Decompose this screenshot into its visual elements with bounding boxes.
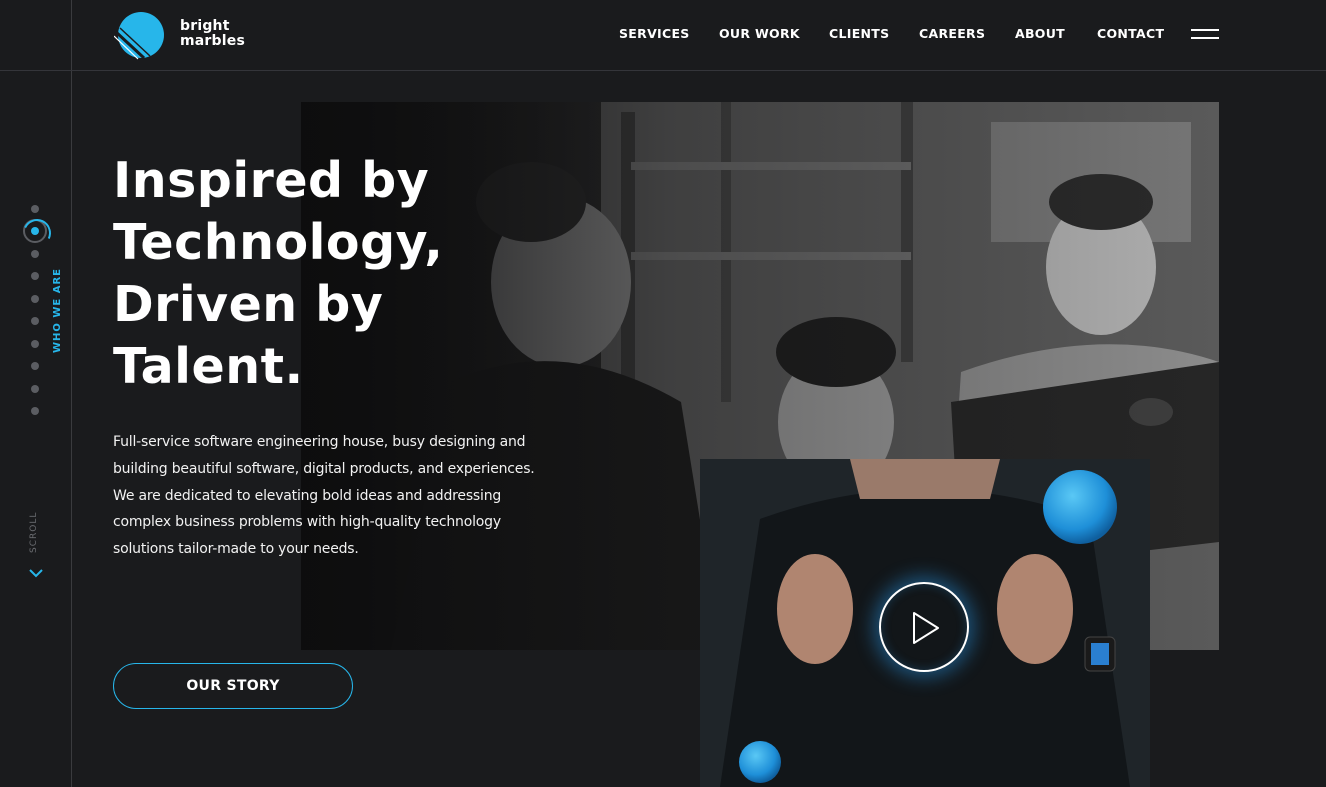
pagination-dot[interactable]: [31, 272, 39, 280]
headline-line: Talent.: [113, 338, 304, 395]
brand-name-line1: bright: [180, 18, 230, 34]
hamburger-menu-icon[interactable]: [1191, 27, 1219, 41]
section-label: WHO WE ARE: [52, 268, 63, 353]
nav-clients[interactable]: CLIENTS: [829, 26, 889, 41]
pagination-dot[interactable]: [31, 340, 39, 348]
pagination-dot[interactable]: [31, 295, 39, 303]
hero-intro-text: Full-service software engineering house,…: [113, 434, 535, 558]
hero-headline: Inspired by Technology, Driven by Talent…: [113, 150, 533, 398]
nav-our-work[interactable]: OUR WORK: [719, 26, 800, 41]
our-story-button[interactable]: OUR STORY: [113, 663, 353, 709]
pagination-dot-active[interactable]: [23, 219, 47, 243]
header-divider: [0, 70, 1326, 71]
headline-line: Inspired by: [113, 152, 430, 209]
nav-about[interactable]: ABOUT: [1015, 26, 1065, 41]
nav-services[interactable]: SERVICES: [619, 26, 690, 41]
headline-line: Driven by: [113, 276, 384, 333]
play-video-button[interactable]: [879, 582, 969, 672]
pagination-dot[interactable]: [31, 250, 39, 258]
brand-name: bright marbles: [180, 19, 245, 49]
side-rail: [0, 0, 72, 787]
pagination-dot[interactable]: [31, 317, 39, 325]
nav-contact[interactable]: CONTACT: [1097, 26, 1164, 41]
pagination-dot[interactable]: [31, 205, 39, 213]
brand-name-line2: marbles: [180, 33, 245, 49]
chevron-down-icon[interactable]: [28, 567, 44, 579]
brand-logo[interactable]: bright marbles: [114, 12, 254, 60]
pagination-dot[interactable]: [31, 385, 39, 393]
pagination-dot[interactable]: [31, 407, 39, 415]
nav-careers[interactable]: CAREERS: [919, 26, 985, 41]
headline-line: Technology,: [113, 214, 444, 271]
scroll-label: SCROLL: [29, 511, 39, 553]
pagination-dot[interactable]: [31, 362, 39, 370]
marble-logo-icon: [114, 12, 164, 60]
play-icon: [913, 612, 939, 644]
